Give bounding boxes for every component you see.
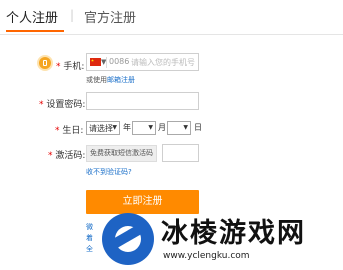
phone-label: * 手机:: [56, 62, 85, 72]
active-tab-indicator: [6, 30, 64, 32]
month-unit: 月: [158, 123, 166, 132]
phone-input[interactable]: 请输入您的手机号: [131, 57, 195, 68]
birthday-label: * 生日:: [55, 126, 84, 136]
registration-panel: 个人注册 | 官方注册 * 手机: ▼ 0086 请输入您的手机号 或使用邮箱注…: [0, 0, 343, 270]
day-unit: 日: [194, 123, 202, 132]
no-code-link[interactable]: 收不到验证码?: [86, 167, 132, 177]
site-watermark: 冰棱游戏网 www.yclengku.com: [86, 205, 343, 270]
tab-personal-registration[interactable]: 个人注册: [6, 7, 58, 26]
phone-input-group: ▼ 0086 请输入您的手机号: [86, 53, 199, 71]
password-input[interactable]: [86, 92, 199, 110]
activation-code-input[interactable]: [162, 144, 199, 162]
chevron-down-icon: ▼: [112, 124, 117, 131]
divider: [106, 57, 107, 68]
day-select[interactable]: ▼: [167, 121, 191, 135]
year-select[interactable]: 请选择 ▼: [86, 121, 120, 135]
watermark-title: 冰棱游戏网: [161, 218, 306, 249]
get-sms-code-button[interactable]: 免费获取短信激活码: [86, 145, 157, 162]
tab-official-registration[interactable]: 官方注册: [84, 7, 136, 26]
year-unit: 年: [123, 123, 131, 132]
tab-separator: |: [70, 8, 75, 22]
email-register-link[interactable]: 邮箱注册: [107, 76, 135, 84]
phone-icon: [39, 57, 51, 69]
chevron-down-icon: ▼: [148, 124, 153, 131]
watermark-url: www.yclengku.com: [163, 251, 250, 261]
email-register-hint: 或使用邮箱注册: [86, 76, 135, 84]
month-select[interactable]: ▼: [132, 121, 156, 135]
chevron-down-icon: ▼: [183, 124, 188, 131]
password-label: * 设置密码:: [39, 100, 86, 110]
registration-tabs: 个人注册 | 官方注册: [0, 0, 343, 35]
china-flag-icon[interactable]: [90, 58, 101, 66]
watermark-logo-icon: [102, 213, 154, 265]
activation-code-label: * 激活码:: [48, 151, 86, 161]
country-code: 0086: [109, 57, 130, 66]
